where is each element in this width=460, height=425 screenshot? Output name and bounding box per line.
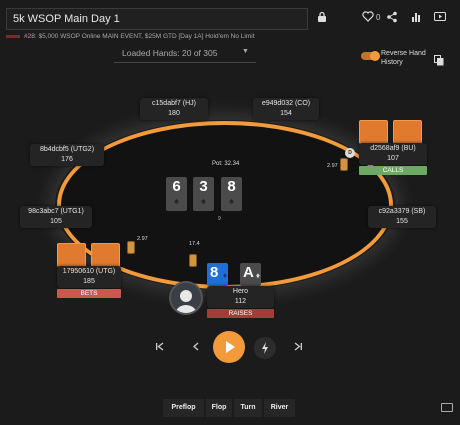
- player-name: c92a3379 (SB): [378, 208, 426, 215]
- bet-amount: 2.97: [137, 236, 148, 242]
- player-name: Hero: [232, 288, 249, 295]
- board-card-2: 3 ♠: [193, 177, 214, 211]
- seat-hero[interactable]: Hero 112: [207, 286, 274, 308]
- board-card-rank: 3: [199, 178, 208, 195]
- player-name: d2568af9 (BU): [370, 145, 416, 152]
- bet-amount: 2.97: [327, 163, 338, 169]
- board-count: 9: [218, 216, 221, 222]
- card-back: [393, 120, 422, 144]
- player-stack: 107: [387, 155, 399, 162]
- card-back: [57, 243, 86, 267]
- seat-co[interactable]: e949d032 (CO) 154: [253, 98, 319, 120]
- player-name: e949d032 (CO): [261, 100, 311, 107]
- player-stack: 105: [50, 218, 62, 225]
- tournament-subtitle: #28: $5,000 WSOP Online MAIN EVENT, $25M…: [6, 31, 308, 43]
- player-name: 8b4dcbf5 (UTG2): [39, 146, 95, 153]
- dealer-button: D: [345, 148, 355, 158]
- spade-icon: ♠: [201, 196, 206, 206]
- seat-utg1[interactable]: 98c3abc7 (UTG1) 105: [20, 206, 92, 228]
- hero-avatar: [169, 281, 203, 315]
- play-button[interactable]: [213, 331, 245, 363]
- chevron-down-icon: ▼: [242, 48, 249, 55]
- card-back: [359, 120, 388, 144]
- reverse-history-toggle[interactable]: [361, 51, 380, 61]
- player-stack: 155: [396, 218, 408, 225]
- player-stack: 154: [280, 110, 292, 117]
- skip-start-icon[interactable]: [154, 342, 166, 354]
- fast-forward-button[interactable]: [254, 337, 276, 359]
- player-stack: 112: [234, 298, 247, 305]
- favorite-count: 0: [376, 13, 381, 22]
- hero-card-1: 8 ♦: [207, 263, 228, 286]
- chip-stack-icon: [341, 159, 347, 170]
- subtitle-text: #28: $5,000 WSOP Online MAIN EVENT, $25M…: [24, 33, 255, 40]
- play-icon: [226, 341, 235, 353]
- subtitle-marker: [6, 34, 20, 38]
- lock-icon[interactable]: [315, 11, 329, 25]
- player-stack: 185: [83, 278, 95, 285]
- board-card-rank: 6: [172, 178, 181, 195]
- diamond-icon: ♦: [222, 271, 227, 280]
- keyboard-icon[interactable]: [441, 403, 453, 412]
- hero-card-rank: 8: [210, 264, 219, 281]
- hero-card-2: A ♦: [240, 263, 261, 286]
- player-name: c15dabf7 (HJ): [152, 100, 196, 107]
- seat-utg[interactable]: 17950610 (UTG) 185: [57, 266, 121, 288]
- diamond-icon: ♦: [255, 271, 260, 280]
- loaded-hands-text: Loaded Hands: 20 of 305: [122, 48, 218, 58]
- lightning-icon: [262, 342, 268, 354]
- skip-end-icon[interactable]: [292, 342, 304, 354]
- seat-utg2[interactable]: 8b4dcbf5 (UTG2) 176: [30, 144, 104, 166]
- seat-sb[interactable]: c92a3379 (SB) 155: [368, 206, 436, 228]
- hand-replayer: 5k WSOP Main Day 1 #28: $5,000 WSOP Onli…: [0, 0, 460, 425]
- hero-card-rank: A: [243, 264, 254, 281]
- seat-hj[interactable]: c15dabf7 (HJ) 180: [140, 98, 208, 120]
- street-preflop[interactable]: Preflop: [163, 399, 204, 417]
- chip-stack-icon: [190, 255, 196, 266]
- step-back-icon[interactable]: [190, 342, 202, 354]
- loaded-hands-dropdown[interactable]: Loaded Hands: 20 of 305 ▼: [114, 43, 256, 63]
- pot-amount: Pot: 32.34: [212, 161, 240, 167]
- heart-icon[interactable]: [361, 11, 375, 25]
- hand-title-box[interactable]: 5k WSOP Main Day 1: [6, 8, 308, 30]
- street-turn[interactable]: Turn: [234, 399, 262, 417]
- player-name: 98c3abc7 (UTG1): [28, 208, 84, 215]
- street-river[interactable]: River: [264, 399, 295, 417]
- board-card-rank: 8: [227, 178, 236, 195]
- bets-badge: BETS: [57, 289, 121, 298]
- calls-badge: CALLS: [359, 166, 427, 175]
- reverse-history-label: Reverse Hand History: [381, 50, 426, 66]
- spade-icon: ♠: [174, 196, 179, 206]
- hand-title: 5k WSOP Main Day 1: [13, 13, 120, 25]
- board-card-1: 6 ♠: [166, 177, 187, 211]
- board-card-3: 8 ♠: [221, 177, 242, 211]
- player-stack: 176: [61, 156, 73, 163]
- video-icon[interactable]: [433, 11, 447, 25]
- toggle-knob: [370, 51, 380, 61]
- player-name: 17950610 (UTG): [62, 268, 116, 275]
- seat-bu[interactable]: d2568af9 (BU) 107: [359, 143, 427, 165]
- share-icon[interactable]: [385, 11, 399, 25]
- player-stack: 180: [168, 110, 180, 117]
- spade-icon: ♠: [229, 196, 234, 206]
- bet-amount: 17.4: [189, 241, 200, 247]
- card-back: [91, 243, 120, 267]
- street-flop[interactable]: Flop: [206, 399, 232, 417]
- chip-stack-icon: [128, 242, 134, 253]
- stats-icon[interactable]: [409, 11, 423, 25]
- copy-icon[interactable]: [434, 53, 444, 66]
- raises-badge: RAISES: [207, 309, 274, 318]
